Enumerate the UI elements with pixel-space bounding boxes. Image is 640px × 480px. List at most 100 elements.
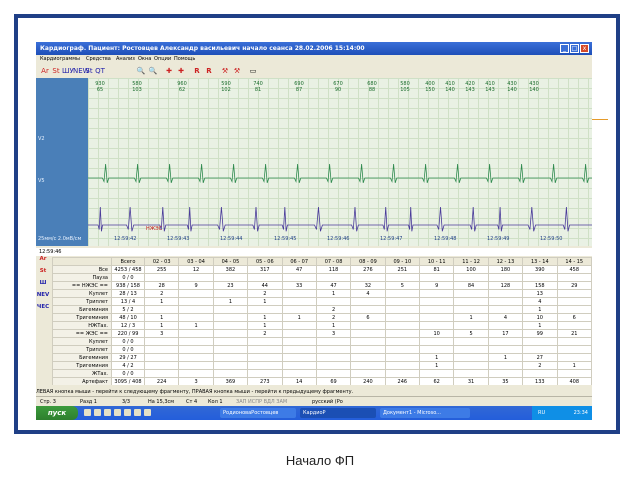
menu-help[interactable]: Помощь: [174, 55, 195, 64]
quicklaunch-icon[interactable]: [114, 409, 121, 416]
table-cell: 12 / 3: [111, 321, 145, 330]
quicklaunch-icon[interactable]: [144, 409, 151, 416]
table-cell: [350, 297, 386, 306]
table-row[interactable]: ЖТах. 0 / 0: [52, 369, 592, 378]
table-cell: [556, 345, 592, 354]
table-cell: [212, 361, 249, 370]
table-cell: 12: [178, 265, 214, 274]
table-cell: [522, 273, 558, 282]
menu-cardiograms[interactable]: Кардиограммы: [40, 55, 80, 64]
table-cell: [556, 305, 592, 314]
st-segment-icon[interactable]: St: [84, 66, 94, 76]
table-cell: [418, 305, 455, 314]
table-cell: 0 / 0: [111, 273, 145, 282]
table-cell: [350, 321, 386, 330]
column-header: 07 - 08: [315, 257, 352, 266]
zoom-in-icon[interactable]: 🔍: [136, 66, 146, 76]
minimize-button[interactable]: _: [560, 44, 569, 53]
nev-icon[interactable]: NEV: [36, 292, 50, 304]
table-cell: [487, 361, 524, 370]
table-row[interactable]: Куплет 0 / 0: [52, 337, 592, 346]
table-cell: [315, 353, 352, 362]
tools-2-icon[interactable]: ⚒: [232, 66, 242, 76]
table-cell: [384, 337, 421, 346]
table-cell: 29: [556, 281, 592, 290]
table-cell: [178, 273, 214, 282]
table-row[interactable]: НЖТах. 12 / 311111: [52, 321, 592, 330]
frame-icon[interactable]: ▭: [248, 66, 258, 76]
table-row[interactable]: Бигеминия 29 / 27 1 1 27: [52, 353, 592, 362]
table-cell: 81: [418, 265, 455, 274]
table-cell: [453, 289, 489, 298]
table-cell: [384, 297, 421, 306]
ecg-panel[interactable]: V2 V5 25мм/с 2.0мВ/см 930 65 580 103 960 62…: [36, 78, 592, 246]
r-wave-icon[interactable]: R: [192, 66, 202, 76]
st-icon[interactable]: St: [51, 66, 61, 76]
quicklaunch-icon[interactable]: [84, 409, 91, 416]
table-cell: 44: [247, 281, 283, 290]
st-icon[interactable]: St: [36, 268, 50, 280]
table-cell: [212, 337, 249, 346]
close-button[interactable]: x: [580, 44, 589, 53]
new-icon[interactable]: NEW: [73, 66, 90, 76]
table-cell: [384, 305, 421, 314]
start-button[interactable]: пуск: [36, 406, 78, 420]
table-cell: 1: [315, 289, 352, 298]
table-cell: [384, 369, 421, 378]
qt-icon[interactable]: QT: [95, 66, 105, 76]
table-row[interactable]: Куплет 28 / 13 2 2 1 4 13: [52, 289, 592, 298]
r-wave-2-icon[interactable]: R: [204, 66, 214, 76]
menu-options[interactable]: Опции: [154, 55, 171, 64]
table-cell: [350, 337, 386, 346]
table-row[interactable]: == ЖЭС == 220 / 99 3 2 3 10 5 17 99 21: [52, 329, 592, 338]
hr-icon[interactable]: Ш: [36, 280, 50, 292]
table-row[interactable]: Артефакт 3095 / 408 224 3 369 273 14 69 240 246 62…: [52, 377, 592, 385]
table-cell: 10: [418, 329, 455, 338]
quicklaunch-icon[interactable]: [124, 409, 131, 416]
table-cell: [212, 321, 249, 330]
quicklaunch-icon[interactable]: [134, 409, 141, 416]
table-cell: [247, 353, 283, 362]
table-row[interactable]: Триплет 0 / 0: [52, 345, 592, 354]
tools-icon[interactable]: ⚒: [220, 66, 230, 76]
menu-analysis[interactable]: Анализ: [116, 55, 135, 64]
tray-language[interactable]: RU: [538, 406, 545, 420]
table-cell: [384, 329, 421, 338]
table-cell: 69: [315, 377, 352, 385]
table-cell: 1: [143, 313, 180, 322]
zoom-out-icon[interactable]: 🔍: [148, 66, 158, 76]
quicklaunch-icon[interactable]: [104, 409, 111, 416]
time-label: 12:59:46: [327, 236, 350, 242]
menu-tools[interactable]: Средства: [86, 55, 111, 64]
table-row[interactable]: Все 4253 / 458 255 12 382 317 47 118 276 251 81 100…: [52, 265, 592, 274]
table-row[interactable]: Триплет 13 / 41114: [52, 297, 592, 306]
table-row[interactable]: Пауза 0 / 0: [52, 273, 592, 282]
hrv-icon[interactable]: ЧЕС: [36, 304, 50, 316]
task-button[interactable]: КардиоР: [300, 408, 376, 418]
table-row[interactable]: Тригеминия 48 / 10 1 1 1 2 6 1 4 10 6: [52, 313, 592, 322]
arrhythmia-icon[interactable]: Ar: [40, 66, 50, 76]
table-row[interactable]: Бигеминия 5 / 2 2 1: [52, 305, 592, 314]
arrhythmia-icon[interactable]: Ar: [36, 256, 50, 268]
table-cell: 3095 / 408: [111, 377, 145, 385]
task-button[interactable]: Документ1 - Microso...: [380, 408, 470, 418]
table-cell: [418, 273, 455, 282]
tray-clock: 23:34: [573, 410, 588, 416]
add-marker-2-icon[interactable]: ✚: [176, 66, 186, 76]
table-cell: [487, 337, 524, 346]
table-cell: 180: [487, 265, 524, 274]
quicklaunch-icon[interactable]: [94, 409, 101, 416]
row-label: Триплет: [52, 297, 112, 306]
menu-windows[interactable]: Окна: [138, 55, 151, 64]
table-cell: [178, 305, 214, 314]
table-row[interactable]: Тригеминия 4 / 2121: [52, 361, 592, 370]
hr-icon[interactable]: ШУ: [62, 66, 74, 76]
add-marker-icon[interactable]: ✚: [164, 66, 174, 76]
table-row[interactable]: == НЖЭС == 938 / 158 28 9 23 44 33 47 32 5 9 84 128 1…: [52, 281, 592, 290]
window-title: Кардиограф. Пациент: Ростовцев Александр…: [40, 45, 365, 52]
table-cell: 2: [247, 289, 283, 298]
task-button[interactable]: РодионоваРостовцев: [220, 408, 296, 418]
maximize-button[interactable]: □: [570, 44, 579, 53]
table-cell: [281, 361, 317, 370]
table-cell: 28 / 13: [111, 289, 145, 298]
